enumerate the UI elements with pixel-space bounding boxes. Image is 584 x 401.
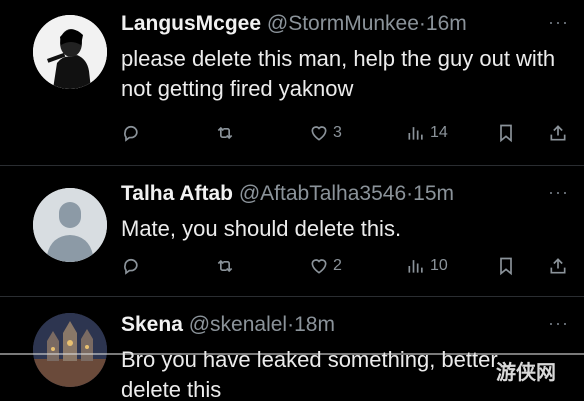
default-avatar-icon bbox=[33, 188, 107, 262]
action-bar: 2 10 bbox=[0, 256, 584, 280]
timestamp[interactable]: 15m bbox=[413, 182, 454, 205]
avatar-image bbox=[33, 15, 107, 89]
share-icon bbox=[550, 258, 566, 274]
user-handle[interactable]: @StormMunkee bbox=[267, 12, 419, 35]
user-handle[interactable]: @skenalel bbox=[189, 313, 287, 336]
timestamp[interactable]: 16m bbox=[426, 12, 467, 35]
avatar[interactable] bbox=[33, 15, 107, 89]
reply-1[interactable]: LangusMcgee @StormMunkee·16m ··· please … bbox=[0, 0, 584, 165]
watermark: 游侠网 bbox=[496, 362, 556, 384]
share-button[interactable] bbox=[548, 256, 568, 276]
avatar-image bbox=[33, 313, 107, 387]
heart-icon bbox=[311, 126, 327, 141]
view-count: 14 bbox=[430, 124, 448, 141]
display-name[interactable]: LangusMcgee bbox=[121, 12, 261, 35]
bookmark-button[interactable] bbox=[497, 123, 515, 143]
more-options-icon[interactable]: ··· bbox=[548, 313, 569, 334]
repost-button[interactable] bbox=[214, 256, 236, 276]
display-name[interactable]: Talha Aftab bbox=[121, 182, 233, 205]
share-button[interactable] bbox=[548, 123, 568, 143]
like-button[interactable]: 3 bbox=[309, 123, 342, 143]
analytics-icon bbox=[408, 260, 423, 273]
video-overlay-line bbox=[0, 353, 584, 355]
repost-button[interactable] bbox=[214, 123, 236, 143]
reply-text: please delete this man, help the guy out… bbox=[121, 46, 556, 101]
reply-button[interactable] bbox=[121, 256, 141, 276]
reply-button[interactable] bbox=[121, 123, 141, 143]
views-button[interactable]: 14 bbox=[406, 123, 448, 143]
share-icon bbox=[550, 125, 566, 141]
reply-header: Skena @skenalel·18m bbox=[121, 313, 335, 337]
views-button[interactable]: 10 bbox=[406, 256, 448, 276]
like-count: 3 bbox=[333, 124, 342, 141]
repost-icon bbox=[217, 259, 233, 273]
avatar[interactable] bbox=[33, 188, 107, 262]
bookmark-icon bbox=[500, 124, 512, 143]
reply-3[interactable]: Skena @skenalel·18m ··· Bro you have lea… bbox=[0, 297, 584, 401]
display-name[interactable]: Skena bbox=[121, 313, 183, 336]
action-bar: 3 14 bbox=[0, 123, 584, 147]
timestamp[interactable]: 18m bbox=[294, 313, 335, 336]
reply-icon bbox=[124, 258, 138, 275]
view-count: 10 bbox=[430, 257, 448, 274]
bookmark-icon bbox=[500, 257, 512, 276]
heart-icon bbox=[311, 259, 327, 274]
avatar[interactable] bbox=[33, 313, 107, 387]
reply-text: Mate, you should delete this. bbox=[121, 216, 402, 241]
more-options-icon[interactable]: ··· bbox=[548, 182, 569, 203]
bookmark-button[interactable] bbox=[497, 256, 515, 276]
reply-header: LangusMcgee @StormMunkee·16m bbox=[121, 12, 467, 36]
more-options-icon[interactable]: ··· bbox=[548, 12, 569, 33]
user-handle[interactable]: @AftabTalha3546 bbox=[239, 182, 406, 205]
analytics-icon bbox=[408, 127, 423, 140]
reply-header: Talha Aftab @AftabTalha3546·15m bbox=[121, 182, 454, 206]
separator: · bbox=[418, 12, 426, 35]
repost-icon bbox=[217, 126, 233, 140]
like-count: 2 bbox=[333, 257, 342, 274]
like-button[interactable]: 2 bbox=[309, 256, 342, 276]
reply-2[interactable]: Talha Aftab @AftabTalha3546·15m ··· Mate… bbox=[0, 166, 584, 296]
reply-icon bbox=[124, 125, 138, 142]
